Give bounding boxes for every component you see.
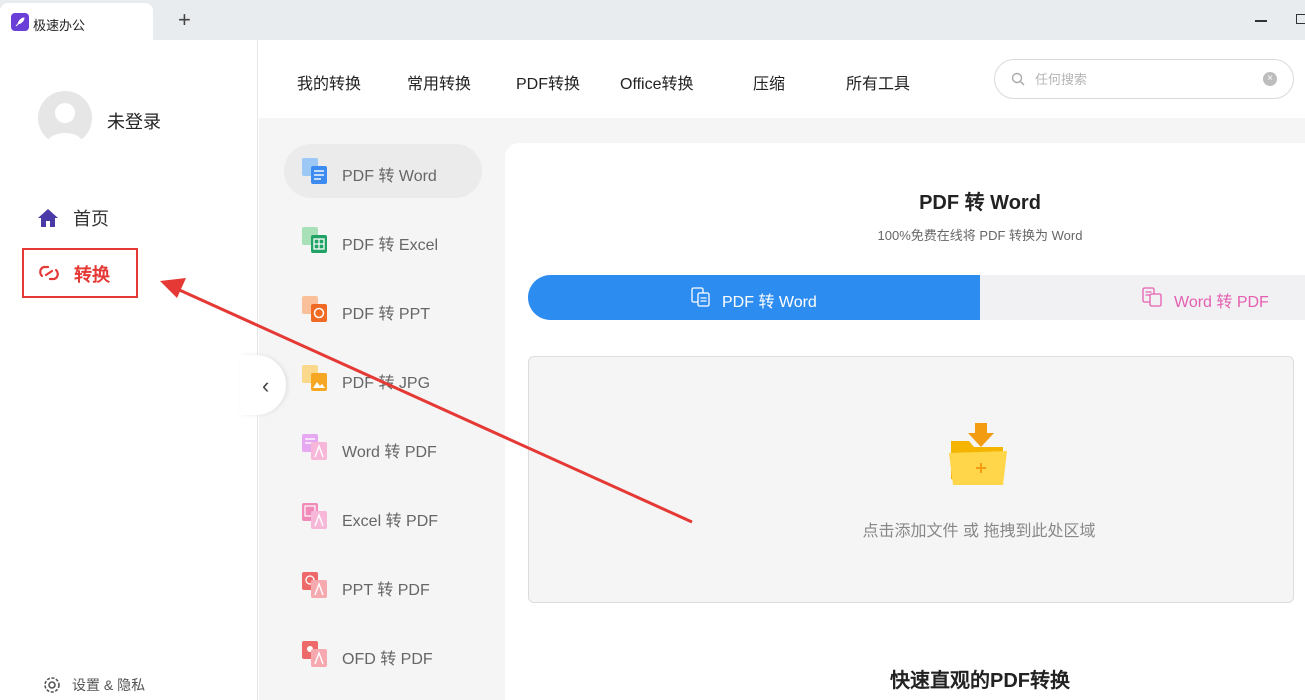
gear-icon bbox=[44, 677, 60, 693]
page-title: PDF 转 Word bbox=[919, 192, 1041, 214]
folder-add-icon bbox=[949, 423, 1007, 485]
page-subtitle: 100%免费在线将 PDF 转换为 Word bbox=[877, 228, 1083, 243]
tool-label: PDF 转 Word bbox=[342, 168, 437, 185]
tab-label: Word 转 PDF bbox=[1174, 294, 1269, 311]
tool-label: PDF 转 Excel bbox=[342, 237, 439, 254]
tab-pdf-to-word[interactable]: PDF 转 Word bbox=[528, 275, 980, 320]
pdf-to-word-icon bbox=[302, 158, 327, 184]
pdf-to-ppt-icon bbox=[302, 296, 327, 322]
pdf-to-word-icon bbox=[691, 287, 710, 307]
tool-label: Word 转 PDF bbox=[342, 444, 437, 461]
search-box[interactable]: × bbox=[994, 59, 1294, 99]
tool-pdf-to-word[interactable]: PDF 转 Word bbox=[284, 144, 482, 198]
tool-label: PPT 转 PDF bbox=[342, 582, 430, 599]
top-nav: 我的转换 常用转换 PDF转换 Office转换 压缩 所有工具 × bbox=[259, 40, 1305, 118]
tool-ofd-to-pdf[interactable]: OFD 转 PDF bbox=[284, 627, 482, 681]
tab-my-conversions[interactable]: 我的转换 bbox=[297, 70, 361, 94]
tool-label: PDF 转 JPG bbox=[342, 375, 431, 392]
conversion-direction-tabs: PDF 转 Word Word 转 PDF bbox=[528, 275, 1305, 320]
excel-to-pdf-icon bbox=[302, 503, 327, 529]
tab-pdf-conversion[interactable]: PDF转换 bbox=[516, 70, 580, 94]
tool-label: Excel 转 PDF bbox=[342, 513, 439, 530]
sidebar-item-label: 转换 bbox=[74, 265, 110, 285]
title-bar: 极速办公 + bbox=[0, 0, 1305, 40]
pdf-to-excel-icon bbox=[302, 227, 327, 253]
tool-ppt-to-pdf[interactable]: PPT 转 PDF bbox=[284, 558, 482, 612]
sidebar-item-home[interactable]: 首页 bbox=[37, 205, 109, 231]
tool-pdf-to-ppt[interactable]: PDF 转 PPT bbox=[284, 282, 482, 336]
sidebar-item-label: 首页 bbox=[73, 209, 109, 229]
search-input[interactable] bbox=[1035, 69, 1255, 89]
file-drop-zone[interactable]: 点击添加文件 或 拖拽到此处区域 bbox=[528, 356, 1294, 603]
tab-label: PDF 转 Word bbox=[722, 294, 817, 311]
rocket-logo-icon bbox=[11, 13, 29, 31]
tool-pdf-to-excel[interactable]: PDF 转 Excel bbox=[284, 213, 482, 267]
left-sidebar: 未登录 首页 转换 设置 & 隐私 bbox=[0, 40, 258, 700]
home-icon bbox=[38, 209, 58, 227]
settings-label: 设置 & 隐私 bbox=[72, 677, 146, 693]
convert-icon bbox=[39, 265, 59, 281]
tool-label: OFD 转 PDF bbox=[342, 651, 433, 668]
settings-link[interactable]: 设置 & 隐私 bbox=[42, 675, 145, 695]
tool-label: PDF 转 PPT bbox=[342, 306, 431, 323]
ofd-to-pdf-icon bbox=[302, 641, 327, 667]
clear-search-icon[interactable]: × bbox=[1263, 72, 1277, 86]
maximize-icon[interactable] bbox=[1296, 14, 1305, 24]
tab-all-tools[interactable]: 所有工具 bbox=[846, 70, 910, 94]
chevron-left-icon: ‹ bbox=[262, 373, 270, 398]
tool-word-to-pdf[interactable]: Word 转 PDF bbox=[284, 420, 482, 474]
sidebar-item-convert[interactable]: 转换 bbox=[22, 248, 138, 298]
app-tab[interactable]: 极速办公 bbox=[0, 3, 153, 40]
section-heading: 快速直观的PDF转换 bbox=[890, 670, 1070, 692]
tab-title: 极速办公 bbox=[33, 18, 86, 33]
main-panel: PDF 转 Word 100%免费在线将 PDF 转换为 Word PDF 转 … bbox=[505, 143, 1305, 700]
user-name[interactable]: 未登录 bbox=[107, 108, 161, 134]
tab-office-conversion[interactable]: Office转换 bbox=[620, 70, 694, 94]
tab-common-conversions[interactable]: 常用转换 bbox=[407, 70, 471, 94]
tool-excel-to-pdf[interactable]: Excel 转 PDF bbox=[284, 489, 482, 543]
tool-pdf-to-jpg[interactable]: PDF 转 JPG bbox=[284, 351, 482, 405]
word-to-pdf-icon bbox=[1142, 287, 1162, 307]
new-tab-button[interactable]: + bbox=[178, 8, 191, 32]
pdf-to-jpg-icon bbox=[302, 365, 327, 391]
word-to-pdf-icon bbox=[302, 434, 327, 460]
minimize-icon[interactable] bbox=[1255, 20, 1267, 22]
search-icon bbox=[1011, 72, 1025, 86]
avatar[interactable] bbox=[38, 91, 92, 145]
ppt-to-pdf-icon bbox=[302, 572, 327, 598]
drop-hint: 点击添加文件 或 拖拽到此处区域 bbox=[862, 523, 1096, 540]
tab-compress[interactable]: 压缩 bbox=[753, 70, 785, 94]
